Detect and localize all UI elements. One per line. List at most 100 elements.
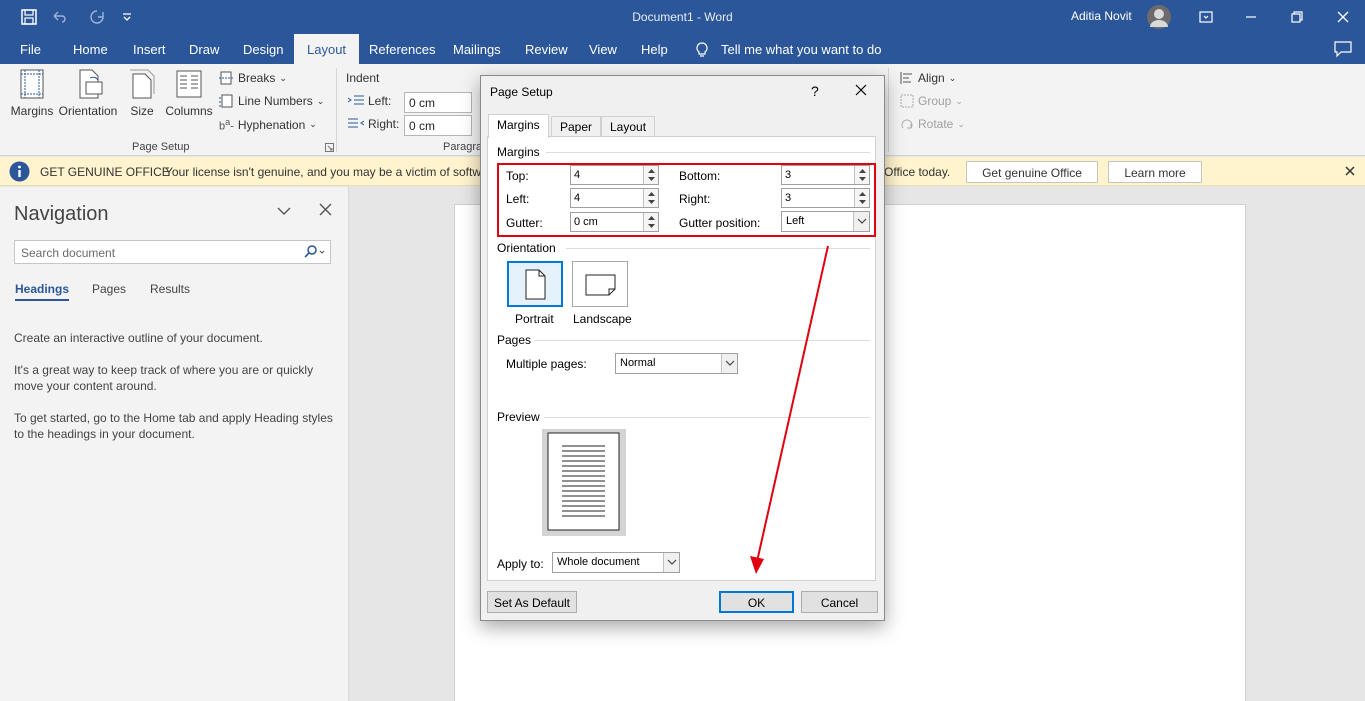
- close-navigation-icon[interactable]: [319, 203, 332, 216]
- pages-section-label: Pages: [497, 333, 532, 347]
- close-bar-icon[interactable]: [1344, 165, 1356, 177]
- ribbon-tabs: File Home Insert Draw Design Layout Refe…: [0, 34, 1365, 64]
- comments-icon[interactable]: [1333, 40, 1353, 58]
- align-icon: [900, 72, 912, 84]
- breaks-label: Breaks: [238, 71, 276, 85]
- align-button[interactable]: Align ⌄: [900, 71, 956, 85]
- tab-design[interactable]: Design: [243, 42, 283, 57]
- margins-icon: [16, 68, 48, 100]
- line-numbers-label: Line Numbers: [238, 94, 313, 108]
- chevron-down-icon[interactable]: [663, 553, 679, 572]
- indent-left-label: Left:: [348, 94, 391, 108]
- navigation-help-1: Create an interactive outline of your do…: [14, 331, 263, 345]
- tab-file[interactable]: File: [20, 42, 41, 57]
- page-preview-icon: [547, 432, 620, 531]
- hyphenation-label: Hyphenation: [237, 117, 306, 132]
- get-genuine-office-button[interactable]: Get genuine Office: [966, 161, 1098, 183]
- dialog-tab-layout[interactable]: Layout: [601, 116, 656, 137]
- tab-draw[interactable]: Draw: [189, 42, 219, 57]
- info-icon: [9, 161, 30, 182]
- navigation-help-2: It's a great way to keep track of where …: [14, 363, 314, 393]
- close-window-icon[interactable]: [1333, 7, 1353, 27]
- lightbulb-icon: [694, 41, 710, 59]
- landscape-button[interactable]: [572, 261, 628, 307]
- avatar[interactable]: [1146, 4, 1172, 30]
- user-name[interactable]: Aditia Novit: [1071, 9, 1132, 23]
- orientation-label: Orientation: [58, 104, 118, 118]
- tell-me-search[interactable]: Tell me what you want to do: [721, 42, 881, 57]
- chevron-down-icon[interactable]: [721, 354, 737, 373]
- rotate-icon: [901, 119, 913, 129]
- help-button[interactable]: ?: [811, 83, 819, 99]
- size-icon: [126, 68, 158, 100]
- tab-references[interactable]: References: [369, 42, 435, 57]
- orientation-icon: [72, 68, 104, 100]
- margins-section-label: Margins: [497, 145, 540, 159]
- portrait-label: Portrait: [515, 312, 554, 326]
- line-numbers-button[interactable]: Line Numbers ⌄: [219, 94, 324, 108]
- indent-right-icon: [348, 118, 364, 128]
- page-setup-launcher-icon[interactable]: [325, 143, 334, 152]
- tab-review[interactable]: Review: [525, 42, 568, 57]
- indent-right-input[interactable]: 0 cm: [404, 115, 472, 136]
- annotation-arrow: [740, 240, 840, 580]
- page-setup-group-label: Page Setup: [132, 141, 190, 153]
- multiple-pages-label: Multiple pages:: [506, 357, 587, 371]
- nav-tab-results[interactable]: Results: [150, 282, 190, 296]
- nav-tab-pages[interactable]: Pages: [92, 282, 126, 296]
- portrait-button[interactable]: [507, 261, 563, 307]
- indent-left-icon: [348, 95, 364, 105]
- search-placeholder: Search document: [21, 246, 116, 260]
- section-divider: [546, 152, 870, 153]
- tab-help[interactable]: Help: [641, 42, 668, 57]
- search-icon[interactable]: [303, 245, 329, 259]
- orientation-section-label: Orientation: [497, 241, 556, 255]
- navigation-help-3: To get started, go to the Home tab and a…: [14, 411, 333, 441]
- nav-tab-headings[interactable]: Headings: [15, 282, 70, 301]
- indent-left-input[interactable]: 0 cm: [404, 92, 472, 113]
- portrait-icon: [525, 269, 546, 300]
- dialog-tab-paper[interactable]: Paper: [551, 116, 602, 137]
- dialog-title: Page Setup: [490, 85, 553, 99]
- chevron-down-icon[interactable]: [277, 205, 291, 217]
- landscape-label: Landscape: [573, 312, 632, 326]
- breaks-button[interactable]: Breaks ⌄: [219, 71, 287, 85]
- highlight-box: [497, 163, 876, 237]
- margins-label: Margins: [10, 104, 54, 118]
- navigation-pane: Navigation Search document Headings Page…: [0, 187, 349, 701]
- ok-button[interactable]: OK: [719, 591, 794, 613]
- tab-home[interactable]: Home: [73, 42, 108, 57]
- multiple-pages-select[interactable]: Normal: [615, 353, 738, 374]
- apply-to-select[interactable]: Whole document: [552, 552, 680, 573]
- set-as-default-button[interactable]: Set As Default: [487, 591, 577, 613]
- paragraph-group-label: Paragra: [443, 141, 483, 153]
- learn-more-button[interactable]: Learn more: [1108, 161, 1202, 183]
- hyphenation-icon: ba-: [219, 117, 234, 133]
- group-divider: [888, 68, 889, 152]
- genuine-bar-title: GET GENUINE OFFICE: [40, 165, 170, 179]
- preview-section-label: Preview: [497, 410, 540, 424]
- indent-right-label: Right:: [348, 117, 399, 131]
- tab-mailings[interactable]: Mailings: [453, 42, 501, 57]
- rotate-button[interactable]: Rotate ⌄: [900, 117, 965, 131]
- columns-button[interactable]: Columns: [164, 68, 214, 118]
- tab-layout[interactable]: Layout: [294, 34, 360, 64]
- dialog-tab-margins[interactable]: Margins: [488, 114, 549, 138]
- minimize-icon[interactable]: [1241, 7, 1261, 27]
- group-button[interactable]: Group ⌄: [900, 94, 963, 108]
- genuine-bar-message: Your license isn't genuine, and you may …: [165, 165, 482, 179]
- search-document-input[interactable]: Search document: [14, 240, 331, 264]
- group-divider: [336, 68, 337, 152]
- cancel-button[interactable]: Cancel: [801, 591, 878, 613]
- restore-icon[interactable]: [1287, 7, 1307, 27]
- orientation-button[interactable]: Orientation: [57, 68, 119, 118]
- tab-view[interactable]: View: [589, 42, 617, 57]
- apply-to-label: Apply to:: [497, 557, 544, 571]
- size-button[interactable]: Size: [126, 68, 158, 118]
- margins-button[interactable]: Margins: [10, 68, 54, 118]
- ribbon-display-options-icon[interactable]: [1196, 7, 1216, 27]
- close-dialog-icon[interactable]: [854, 83, 868, 97]
- tab-insert[interactable]: Insert: [133, 42, 166, 57]
- hyphenation-button[interactable]: ba- Hyphenation ⌄: [219, 117, 317, 133]
- indent-label: Indent: [346, 71, 380, 85]
